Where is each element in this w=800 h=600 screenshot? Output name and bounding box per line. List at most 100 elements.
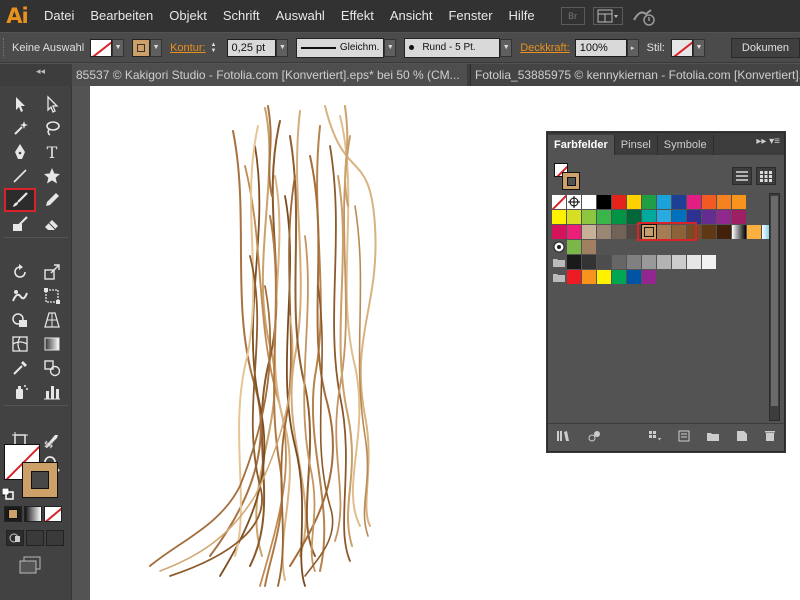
swatch-color[interactable] [582,225,596,239]
swatch-color[interactable] [657,255,671,269]
new-color-group-icon[interactable] [706,430,720,445]
gradient-tool[interactable] [36,332,68,356]
tab-symbole[interactable]: Symbole [658,135,714,155]
swatch-color[interactable] [717,195,731,209]
swatch-options-icon[interactable] [648,430,662,445]
trash-icon[interactable] [764,430,776,445]
thumbnail-view-button[interactable] [756,167,776,185]
menu-effekt[interactable]: Effekt [333,0,382,32]
menu-fenster[interactable]: Fenster [440,0,500,32]
swatch-color[interactable] [612,270,626,284]
arrange-documents-button[interactable] [592,7,623,25]
brush-definition-dropdown[interactable]: ▼ [500,38,513,57]
swatch-color[interactable] [702,255,716,269]
color-group-folder-icon[interactable] [552,255,566,269]
swatch-color[interactable] [672,255,686,269]
swatch-color[interactable] [612,225,626,239]
bridge-button[interactable]: Br [560,7,585,25]
scrollbar-thumb[interactable] [771,196,778,406]
column-graph-tool[interactable] [36,380,68,404]
swatch-gradient[interactable] [732,225,746,239]
swatch-color[interactable] [747,225,761,239]
star-tool[interactable] [36,164,68,188]
swatch-color[interactable] [717,210,731,224]
swatch-color[interactable] [702,195,716,209]
swatch-color[interactable] [612,210,626,224]
fill-dropdown[interactable]: ▼ [112,38,125,57]
menu-schrift[interactable]: Schrift [215,0,268,32]
swatch-color[interactable] [582,195,596,209]
menu-datei[interactable]: Datei [34,0,82,32]
stroke-label[interactable]: Kontur: [170,42,205,54]
swatch-scrollbar[interactable] [769,193,780,421]
line-tool[interactable] [4,164,36,188]
swatch-color[interactable] [687,195,701,209]
puppet-warp-tool[interactable] [4,284,36,308]
swatch-color[interactable] [642,195,656,209]
swatch-none[interactable] [552,195,566,209]
pen-tool[interactable] [4,140,36,164]
stroke-weight-field[interactable]: 0,25 pt [226,38,277,57]
eraser-tool[interactable] [36,212,68,236]
tab-farbfelder[interactable]: Farbfelder [548,135,615,155]
stroke-weight-dropdown[interactable]: ▼ [276,38,289,57]
swatch-color[interactable] [552,225,566,239]
stroke-weight-spinner[interactable]: ▲ ▼ [211,38,225,58]
swatch-pattern[interactable] [552,240,566,254]
show-options-icon[interactable] [678,430,690,445]
swatch-color[interactable] [567,225,581,239]
color-group-folder-icon[interactable] [552,270,566,284]
swatch-color[interactable] [732,210,746,224]
swatch-color[interactable] [627,270,641,284]
lasso-tool[interactable] [36,116,68,140]
swatch-color[interactable] [597,270,611,284]
swatch-registration[interactable] [567,195,581,209]
scale-tool[interactable] [36,260,68,284]
stroke-swatch[interactable] [132,38,151,57]
swatch-color[interactable] [567,255,581,269]
magic-wand-tool[interactable] [4,116,36,140]
swatch-color[interactable] [612,255,626,269]
document-tab-2[interactable]: Fotolia_53885975 © kennykiernan - Fotoli… [470,64,800,86]
screen-mode-button[interactable] [18,556,42,577]
swatch-kind-menu-icon[interactable] [588,430,602,445]
stroke-dropdown[interactable]: ▼ [150,38,163,57]
document-tab-1[interactable]: 85537 © Kakigori Studio - Fotolia.com [K… [72,64,467,86]
swatch-libraries-icon[interactable] [556,430,572,445]
swatch-color[interactable] [687,255,701,269]
type-tool[interactable]: T [36,140,68,164]
swatch-color[interactable] [597,225,611,239]
panel-stroke-indicator[interactable] [562,172,580,190]
control-bar-grip[interactable] [3,37,9,58]
swap-fill-stroke-icon[interactable]: ⇆ [44,438,53,451]
opacity-dropdown[interactable]: ▸ [626,38,639,57]
panel-menu-icon[interactable]: ▸▸ ▾≡ [756,136,780,147]
opacity-label[interactable]: Deckkraft: [520,42,570,54]
brush-definition-field[interactable]: Rund - 5 Pt. [404,37,501,58]
style-dropdown[interactable]: ▼ [692,38,705,57]
swatch-color[interactable] [597,195,611,209]
menu-bearbeiten[interactable]: Bearbeiten [82,0,161,32]
color-mode-button[interactable] [4,506,22,522]
list-view-button[interactable] [732,167,752,185]
mesh-tool[interactable] [4,332,36,356]
default-fill-stroke-icon[interactable] [2,488,14,500]
none-mode-button[interactable] [44,506,62,522]
swatch-color[interactable] [567,210,581,224]
swatch-color[interactable] [582,255,596,269]
swatch-color[interactable] [597,210,611,224]
paintbrush-tool[interactable] [4,188,36,212]
new-swatch-icon[interactable] [736,430,748,445]
panel-menu-controls[interactable]: ▸▸ ▾≡ [756,136,780,147]
swatch-color[interactable] [582,210,596,224]
collapse-panel-icon[interactable]: ◂◂ [36,66,45,77]
menu-auswahl[interactable]: Auswahl [268,0,333,32]
style-swatch[interactable] [670,38,693,57]
swatch-color[interactable] [552,210,566,224]
swatch-color[interactable] [717,225,731,239]
perspective-grid-tool[interactable] [36,308,68,332]
rotate-tool[interactable] [4,260,36,284]
swatch-color[interactable] [612,195,626,209]
swatch-color[interactable] [672,195,686,209]
gpu-performance-icon[interactable] [631,6,657,26]
